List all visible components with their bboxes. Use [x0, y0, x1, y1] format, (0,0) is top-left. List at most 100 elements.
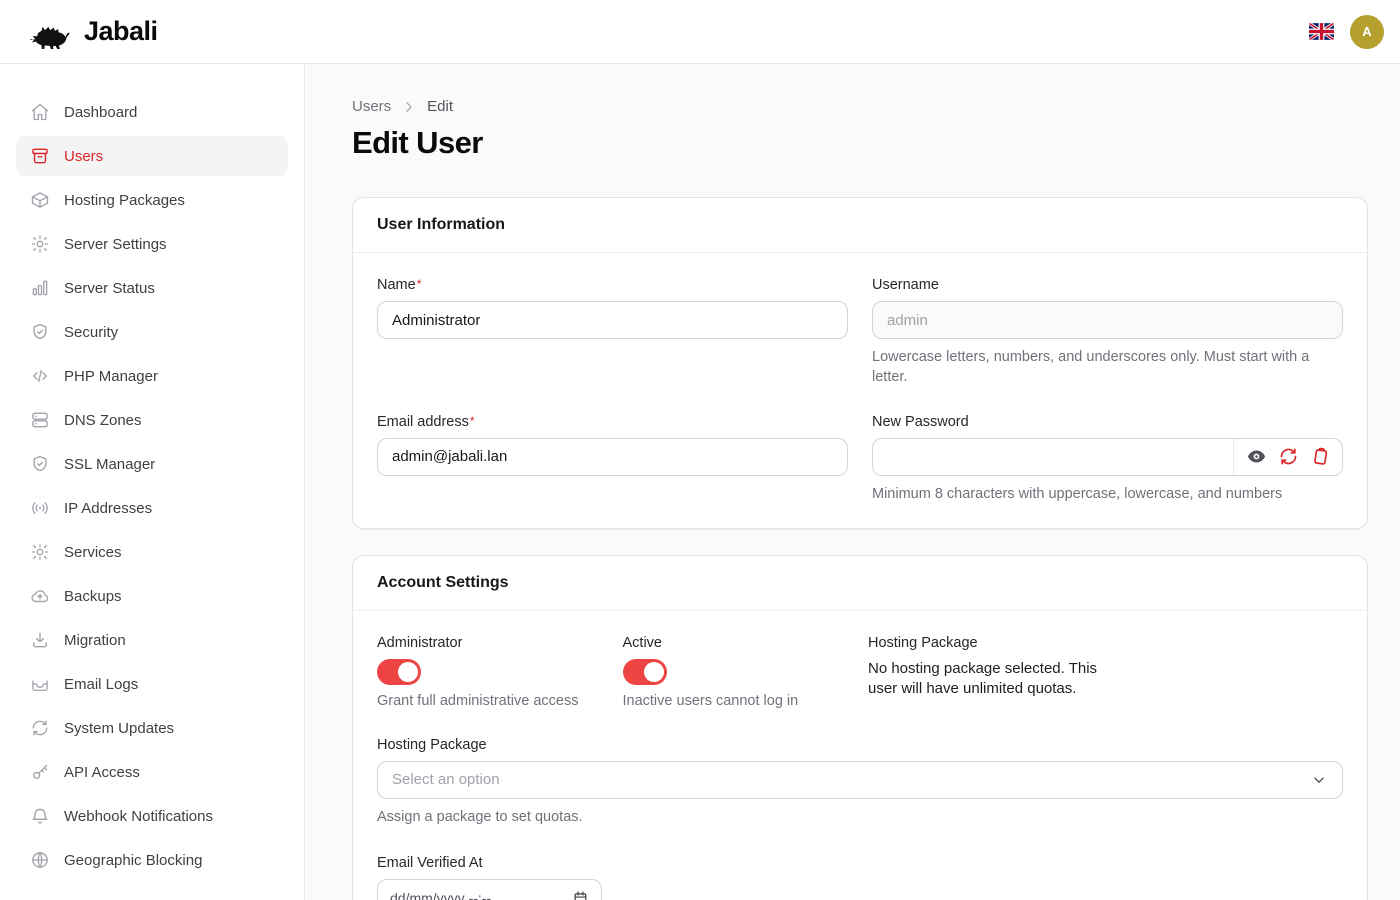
- administrator-toggle[interactable]: [377, 659, 421, 685]
- password-actions: [1233, 439, 1342, 475]
- required-asterisk: *: [417, 277, 422, 291]
- card-title: User Information: [377, 216, 1343, 234]
- globe-icon: [30, 850, 50, 870]
- server-stack-icon: [30, 410, 50, 430]
- hosting-package-select[interactable]: Select an option: [377, 761, 1343, 799]
- top-bar: Jabali A: [0, 0, 1400, 64]
- username-field-group: Username Lowercase letters, numbers, and…: [872, 277, 1343, 388]
- required-asterisk: *: [470, 414, 475, 428]
- package-summary-group: Hosting Package No hosting package selec…: [868, 635, 1343, 700]
- sidebar-item-security[interactable]: Security: [16, 312, 288, 352]
- app-root: Jabali A Dashboard: [0, 0, 1400, 900]
- account-settings-card: Account Settings Administrator Grant ful…: [352, 555, 1368, 900]
- name-label: Name*: [377, 277, 848, 293]
- email-verified-date-input[interactable]: dd/mm/yyyy --:--: [377, 879, 602, 900]
- brand-name: Jabali: [84, 16, 158, 47]
- user-avatar[interactable]: A: [1350, 15, 1384, 49]
- code-icon: [30, 366, 50, 386]
- email-field-group: Email address*: [377, 414, 848, 476]
- sidebar-item-dns-zones[interactable]: DNS Zones: [16, 400, 288, 440]
- refresh-icon: [1278, 446, 1299, 467]
- sidebar-item-ip-addresses[interactable]: IP Addresses: [16, 488, 288, 528]
- sidebar-item-server-status[interactable]: Server Status: [16, 268, 288, 308]
- username-label: Username: [872, 277, 1343, 293]
- administrator-toggle-group: Administrator Grant full administrative …: [377, 635, 607, 709]
- sidebar-item-ssl-manager[interactable]: SSL Manager: [16, 444, 288, 484]
- sidebar-item-php-manager[interactable]: PHP Manager: [16, 356, 288, 396]
- sidebar-nav: Dashboard Users Hosting Packages Server …: [0, 64, 305, 900]
- select-placeholder: Select an option: [392, 771, 500, 788]
- shield-check-icon: [30, 322, 50, 342]
- sidebar-item-users[interactable]: Users: [16, 136, 288, 176]
- email-verified-field-group: Email Verified At dd/mm/yyyy --:--: [377, 855, 1343, 900]
- chevron-down-icon: [1310, 771, 1328, 789]
- sidebar-item-migration[interactable]: Migration: [16, 620, 288, 660]
- sidebar-item-api-access[interactable]: API Access: [16, 752, 288, 792]
- home-icon: [30, 102, 50, 122]
- sidebar-item-server-settings[interactable]: Server Settings: [16, 224, 288, 264]
- sidebar-item-email-logs[interactable]: Email Logs: [16, 664, 288, 704]
- package-summary-label: Hosting Package: [868, 635, 1343, 651]
- show-password-button[interactable]: [1245, 446, 1267, 468]
- hosting-package-field-group: Hosting Package Select an option Assign …: [377, 737, 1343, 827]
- key-icon: [30, 762, 50, 782]
- card-header: Account Settings: [353, 556, 1367, 611]
- brand-logo[interactable]: Jabali: [28, 15, 158, 49]
- bell-icon: [30, 806, 50, 826]
- refresh-icon: [30, 718, 50, 738]
- topbar-actions: A: [1309, 15, 1384, 49]
- password-label: New Password: [872, 414, 1343, 430]
- email-verified-label: Email Verified At: [377, 855, 1343, 871]
- email-label: Email address*: [377, 414, 848, 430]
- calendar-icon: [572, 890, 589, 900]
- toggle-knob: [644, 662, 664, 682]
- username-input[interactable]: [872, 301, 1343, 339]
- shield-check-icon: [30, 454, 50, 474]
- card-header: User Information: [353, 198, 1367, 253]
- card-title: Account Settings: [377, 574, 1343, 592]
- name-input[interactable]: [377, 301, 848, 339]
- breadcrumb-users-link[interactable]: Users: [352, 98, 391, 115]
- sidebar-item-services[interactable]: Services: [16, 532, 288, 572]
- language-flag-icon[interactable]: [1309, 23, 1334, 40]
- password-field-group: New Password: [872, 414, 1343, 504]
- sidebar-item-webhook-notifications[interactable]: Webhook Notifications: [16, 796, 288, 836]
- clipboard-icon: [1310, 446, 1331, 467]
- copy-password-button[interactable]: [1309, 446, 1331, 468]
- username-help: Lowercase letters, numbers, and undersco…: [872, 347, 1343, 388]
- user-information-card: User Information Name* Username Lowercas…: [352, 197, 1368, 529]
- hosting-package-label: Hosting Package: [377, 737, 1343, 753]
- boar-logo-icon: [28, 15, 76, 49]
- breadcrumb: Users Edit: [352, 98, 1368, 115]
- generate-password-button[interactable]: [1277, 446, 1299, 468]
- active-toggle-group: Active Inactive users cannot log in: [623, 635, 853, 709]
- password-input[interactable]: [873, 439, 1233, 475]
- archive-icon: [30, 146, 50, 166]
- date-placeholder: dd/mm/yyyy --:--: [390, 890, 491, 900]
- chevron-right-icon: [401, 99, 417, 115]
- card-body: Name* Username Lowercase letters, number…: [353, 253, 1367, 528]
- page-title: Edit User: [352, 125, 1368, 161]
- eye-icon: [1246, 446, 1267, 467]
- hosting-package-help: Assign a package to set quotas.: [377, 807, 1343, 827]
- toggle-knob: [398, 662, 418, 682]
- password-input-group: [872, 438, 1343, 476]
- bar-chart-icon: [30, 278, 50, 298]
- administrator-help: Grant full administrative access: [377, 693, 607, 709]
- sidebar-item-dashboard[interactable]: Dashboard: [16, 92, 288, 132]
- card-body: Administrator Grant full administrative …: [353, 611, 1367, 900]
- sidebar-item-system-updates[interactable]: System Updates: [16, 708, 288, 748]
- active-help: Inactive users cannot log in: [623, 693, 853, 709]
- sidebar-item-hosting-packages[interactable]: Hosting Packages: [16, 180, 288, 220]
- sidebar-item-backups[interactable]: Backups: [16, 576, 288, 616]
- administrator-label: Administrator: [377, 635, 607, 651]
- sidebar-item-geographic-blocking[interactable]: Geographic Blocking: [16, 840, 288, 880]
- email-input[interactable]: [377, 438, 848, 476]
- broadcast-icon: [30, 498, 50, 518]
- inbox-icon: [30, 674, 50, 694]
- name-field-group: Name*: [377, 277, 848, 339]
- gear-icon: [30, 234, 50, 254]
- active-toggle[interactable]: [623, 659, 667, 685]
- main-content: Users Edit Edit User User Information Na…: [305, 64, 1400, 900]
- package-icon: [30, 190, 50, 210]
